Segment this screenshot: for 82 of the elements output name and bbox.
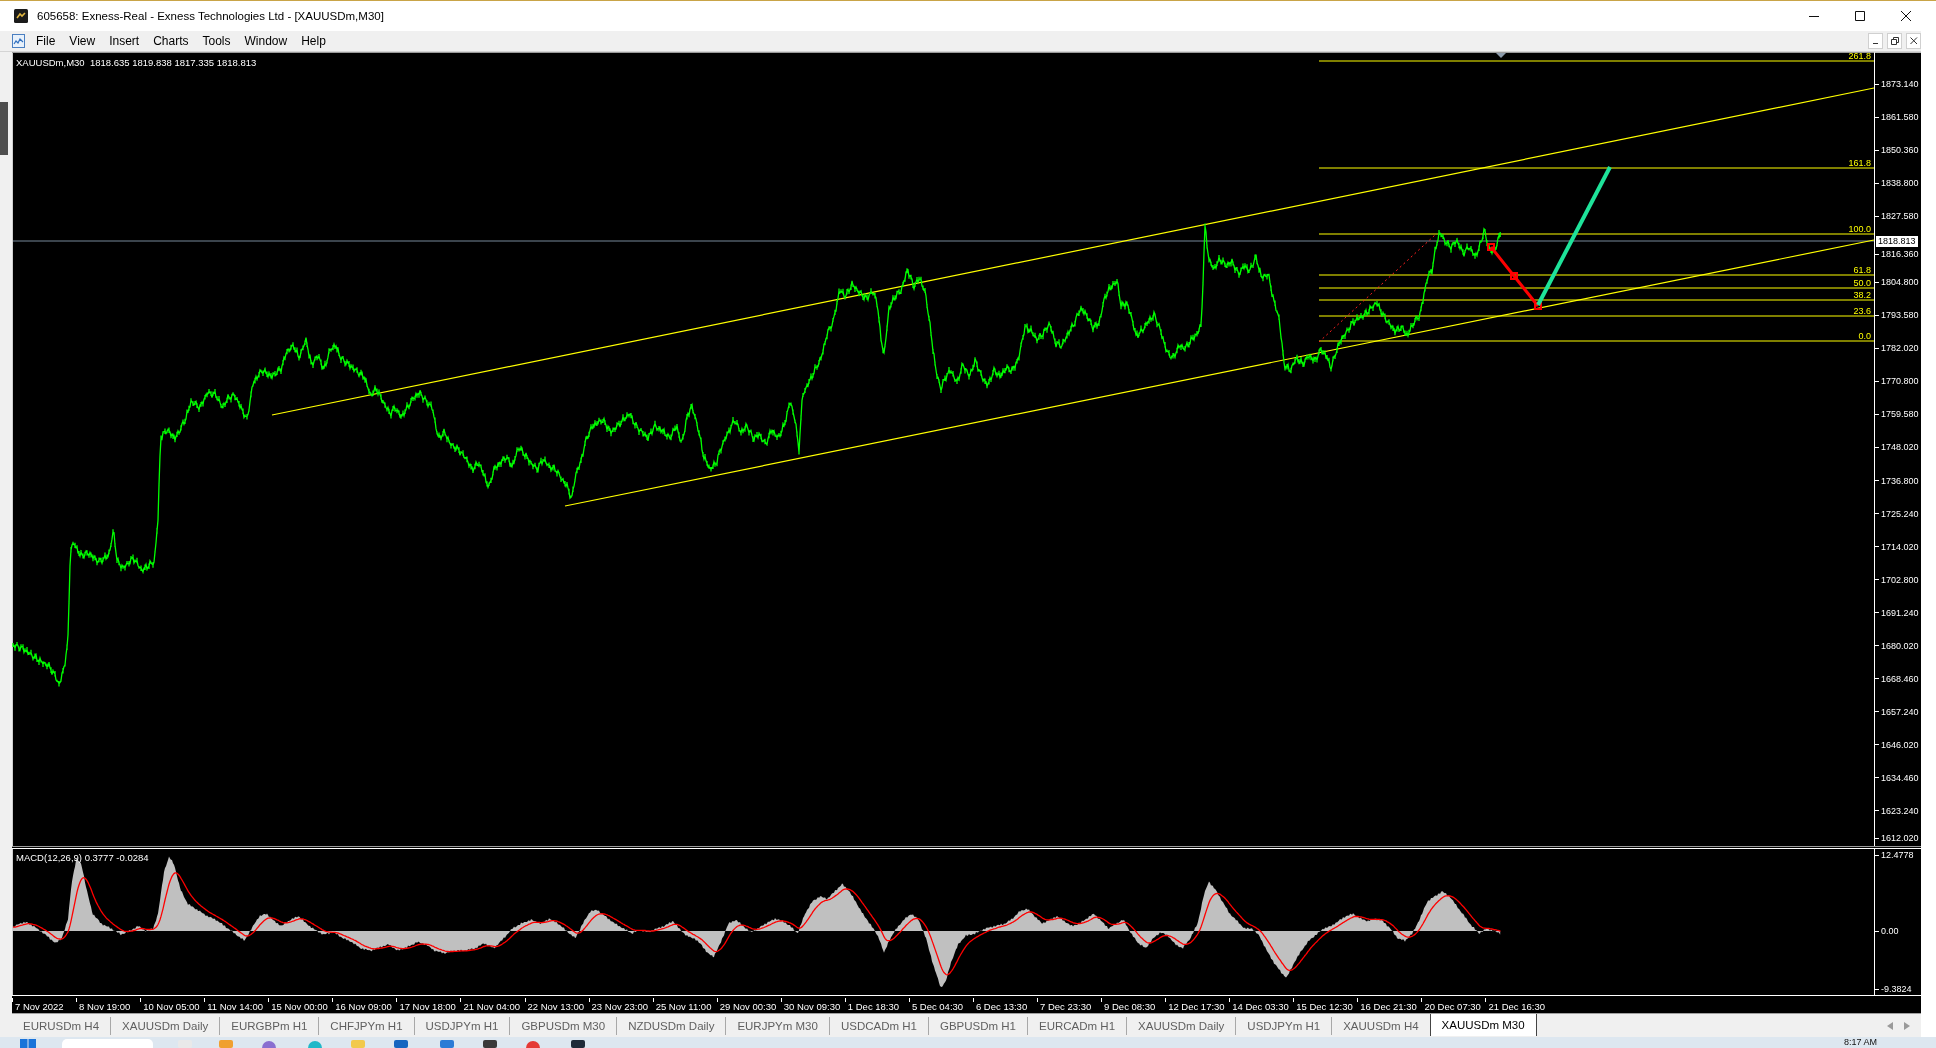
fibonacci-level-label: 50.0 bbox=[1853, 278, 1871, 288]
chart-tab[interactable]: XAUUSDm Daily bbox=[1127, 1017, 1237, 1035]
taskbar-clock: 8:17 AM bbox=[1843, 1037, 1877, 1048]
time-axis-label: 21 Dec 16:30 bbox=[1485, 998, 1545, 1013]
menu-item[interactable]: File bbox=[29, 31, 63, 51]
chart-tab[interactable]: GBPUSDm M30 bbox=[510, 1017, 618, 1035]
time-axis-label: 17 Nov 18:00 bbox=[396, 998, 456, 1013]
time-axis-label: 15 Dec 12:30 bbox=[1293, 998, 1353, 1013]
current-price-label: 1818.813 bbox=[1876, 236, 1918, 247]
chart-tab[interactable]: EURUSDm H4 bbox=[12, 1017, 112, 1035]
chart-tab[interactable]: CHFJPYm H1 bbox=[319, 1017, 415, 1035]
time-axis-label: 8 Nov 19:00 bbox=[76, 998, 131, 1013]
price-axis-label: 1612.020 bbox=[1875, 832, 1919, 844]
chart-tab[interactable]: XAUUSDm M30 bbox=[1429, 1014, 1537, 1036]
time-axis-label: 11 Nov 14:00 bbox=[204, 998, 263, 1013]
downward-path-line bbox=[1487, 243, 1542, 310]
time-axis-label: 10 Nov 05:00 bbox=[140, 998, 200, 1013]
side-panel-strip bbox=[0, 102, 8, 155]
time-axis-label: 20 Dec 07:30 bbox=[1421, 998, 1481, 1013]
close-icon bbox=[1909, 37, 1918, 45]
fibonacci-level-label: 38.2 bbox=[1853, 290, 1871, 300]
search-field[interactable] bbox=[62, 1039, 153, 1048]
time-axis-label: 21 Nov 04:00 bbox=[460, 998, 520, 1013]
fibonacci-level-label: 61.8 bbox=[1853, 265, 1871, 275]
maximize-icon bbox=[1855, 11, 1865, 21]
menu-item[interactable]: View bbox=[62, 31, 103, 51]
time-axis-label: 7 Dec 23:30 bbox=[1037, 998, 1092, 1013]
time-axis-label: 12 Dec 17:30 bbox=[1165, 998, 1225, 1013]
time-axis-label: 5 Dec 04:30 bbox=[908, 998, 964, 1013]
chart-restore-button[interactable] bbox=[1887, 33, 1902, 49]
chart-tab[interactable]: XAUUSDm Daily bbox=[111, 1017, 221, 1035]
time-axis-label: 16 Nov 09:00 bbox=[332, 998, 392, 1013]
chart-tab[interactable]: USDJPYm H1 bbox=[1236, 1017, 1333, 1035]
menu-item[interactable]: Insert bbox=[102, 31, 147, 51]
time-axis-label: 25 Nov 11:00 bbox=[652, 998, 712, 1013]
chart-tab[interactable]: USDCADm H1 bbox=[829, 1017, 929, 1035]
close-icon bbox=[1901, 11, 1911, 21]
fibonacci-level-label: 23.6 bbox=[1853, 306, 1871, 316]
time-axis-label: 22 Nov 13:00 bbox=[524, 998, 584, 1013]
taskbar-app-icon[interactable] bbox=[262, 1040, 276, 1048]
chart-symbol-info: XAUUSDm,M30 1818.635 1819.838 1817.335 1818.813 bbox=[16, 57, 257, 68]
price-axis-label: 1816.360 bbox=[1875, 248, 1919, 260]
chart-tab[interactable]: EURJPYm M30 bbox=[726, 1017, 830, 1035]
scroll-right-icon[interactable] bbox=[1904, 1021, 1910, 1030]
menu-item[interactable]: Help bbox=[294, 31, 333, 51]
taskbar-app-icon[interactable] bbox=[526, 1040, 540, 1048]
chart-tab[interactable]: GBPUSDm H1 bbox=[928, 1017, 1028, 1035]
menu-item[interactable]: Charts bbox=[146, 31, 196, 51]
fibonacci-level-label: 100.0 bbox=[1848, 224, 1871, 234]
menu-item[interactable]: Window bbox=[237, 31, 295, 51]
macd-axis-label: 0.00 bbox=[1875, 925, 1899, 937]
chart-close-button[interactable] bbox=[1906, 33, 1921, 49]
time-axis-label: 30 Nov 09:30 bbox=[780, 998, 841, 1013]
app-logo-icon bbox=[14, 9, 28, 23]
macd-axis-label: -9.3824 bbox=[1875, 983, 1912, 995]
taskbar-app-icon[interactable] bbox=[571, 1040, 585, 1048]
chart-tab[interactable]: NZDUSDm Daily bbox=[617, 1017, 727, 1035]
chart-tab[interactable]: EURCADm H1 bbox=[1028, 1017, 1128, 1035]
time-axis-label: 6 Dec 13:30 bbox=[972, 998, 1028, 1013]
fibonacci-level-label: 261.8 bbox=[1848, 52, 1871, 61]
taskbar-app-icon[interactable] bbox=[394, 1040, 408, 1048]
time-axis-label: 14 Dec 03:30 bbox=[1229, 998, 1289, 1013]
price-axis-label: 1873.140 bbox=[1875, 78, 1919, 90]
time-axis-label: 1 Dec 18:30 bbox=[844, 998, 900, 1013]
time-axis-label: 15 Nov 00:00 bbox=[268, 998, 328, 1013]
fibonacci-level-label: 161.8 bbox=[1848, 158, 1871, 168]
time-axis-label: 9 Dec 08:30 bbox=[1101, 998, 1156, 1013]
restore-icon bbox=[1890, 37, 1899, 45]
time-axis-label: 16 Dec 21:30 bbox=[1357, 998, 1417, 1013]
taskbar-app-icon[interactable] bbox=[483, 1040, 497, 1048]
fibonacci-level-label: 0.0 bbox=[1858, 331, 1871, 341]
chart-tab[interactable]: EURGBPm H1 bbox=[220, 1017, 320, 1035]
time-axis-label: 7 Nov 2022 bbox=[12, 998, 64, 1013]
menu-item[interactable]: Tools bbox=[195, 31, 238, 51]
chart-tab[interactable]: USDJPYm H1 bbox=[414, 1017, 511, 1035]
time-axis-label: 23 Nov 23:00 bbox=[588, 998, 649, 1013]
start-icon[interactable] bbox=[20, 1039, 36, 1048]
time-axis-label: 29 Nov 00:30 bbox=[716, 998, 777, 1013]
price-axis-label: 1861.580 bbox=[1875, 111, 1919, 123]
scroll-left-icon[interactable] bbox=[1887, 1021, 1893, 1030]
window-title: 605658: Exness-Real - Exness Technologies Ltd - [XAUUSDm,M30] bbox=[37, 10, 384, 22]
macd-axis-label: 12.4778 bbox=[1875, 849, 1914, 861]
